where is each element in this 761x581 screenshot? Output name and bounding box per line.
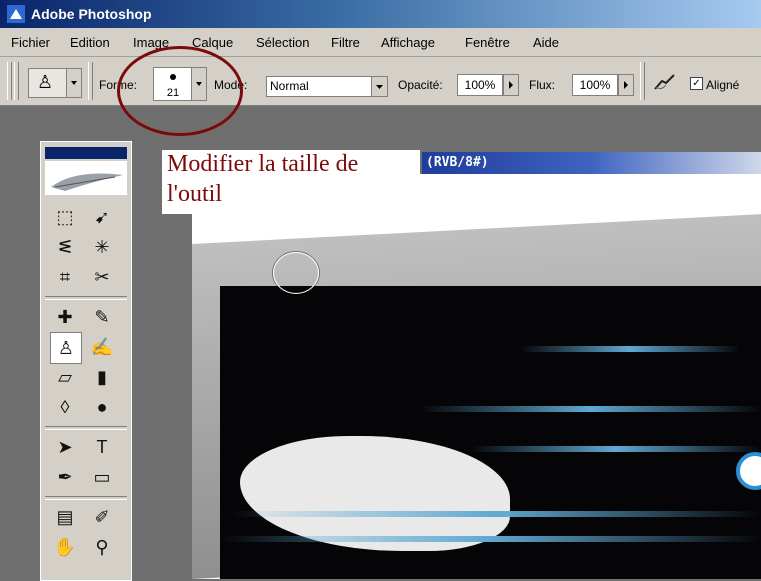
magic-wand-icon[interactable]: ✳ — [87, 232, 117, 262]
separator — [88, 62, 93, 100]
document-title: (RVB/8#) — [426, 155, 489, 170]
eyedropper-icon[interactable]: ✐ — [87, 502, 117, 532]
gradient-icon[interactable]: ▮ — [87, 362, 117, 392]
chevron-right-icon — [624, 81, 628, 89]
toolbox-header[interactable] — [45, 147, 127, 159]
options-bar: ♙ Forme: 21 Mode: Normal Opacité: 100% F… — [0, 57, 761, 106]
blur-icon[interactable]: ◊ — [50, 392, 80, 422]
toolbox-separator — [45, 496, 127, 500]
lasso-icon[interactable]: ᓬ — [50, 232, 80, 262]
path-selection-icon[interactable]: ➤ — [50, 432, 80, 462]
photo-blue-ring — [736, 452, 761, 490]
window-title: Adobe Photoshop — [31, 6, 152, 22]
menu-affichage[interactable]: Affichage — [381, 35, 435, 50]
annotation-line-1: Modifier la taille de — [167, 151, 359, 177]
document-canvas[interactable] — [192, 174, 761, 579]
tool-preset-picker[interactable]: ♙ — [28, 68, 82, 98]
mode-value: Normal — [270, 79, 309, 93]
crop-icon[interactable]: ⌗ — [50, 262, 80, 292]
title-bar: Adobe Photoshop — [0, 0, 761, 28]
document-title-bar[interactable]: (RVB/8#) — [422, 152, 761, 174]
menu-aide[interactable]: Aide — [533, 35, 559, 50]
annotation-line-2: l'outil — [167, 181, 222, 207]
menu-filtre[interactable]: Filtre — [331, 35, 360, 50]
brush-cursor — [273, 252, 319, 294]
toolbox-separator — [45, 426, 127, 430]
flux-slider-button[interactable] — [618, 74, 634, 96]
toolbox-palette: ⬚ ➹ ᓬ ✳ ⌗ ✂ ✚ ✎ ♙ ✍ ▱ ▮ ◊ ● ➤ T ✒ ▭ ▤ ✐ … — [40, 141, 132, 581]
marquee-icon[interactable]: ⬚ — [50, 202, 80, 232]
toolbox-separator — [45, 296, 127, 300]
photo-light-streak — [520, 346, 740, 352]
photo-light-streak — [220, 536, 761, 542]
aligne-label: Aligné — [706, 78, 740, 92]
history-brush-icon[interactable]: ✍ — [87, 332, 117, 362]
photo-white-area — [240, 436, 510, 551]
hand-icon[interactable]: ✋ — [50, 532, 80, 562]
menu-fichier[interactable]: Fichier — [11, 35, 50, 50]
eraser-icon[interactable]: ▱ — [50, 362, 80, 392]
airbrush-icon[interactable] — [652, 71, 680, 93]
menu-bar: Fichier Edition Image Calque Sélection F… — [0, 28, 761, 57]
pen-icon[interactable]: ✒ — [50, 462, 80, 492]
mode-select[interactable]: Normal — [266, 76, 388, 97]
toolbar-grip[interactable] — [7, 62, 12, 100]
dodge-icon[interactable]: ● — [87, 392, 117, 422]
type-icon[interactable]: T — [87, 432, 117, 462]
aligne-checkbox[interactable]: ✓ — [690, 77, 703, 90]
opacite-label: Opacité: — [398, 78, 443, 92]
move-icon[interactable]: ➹ — [87, 202, 117, 232]
brush-icon[interactable]: ✎ — [87, 302, 117, 332]
photo-monitor-screen — [220, 286, 761, 579]
clone-stamp-icon: ♙ — [37, 72, 54, 92]
toolbar-grip[interactable] — [14, 62, 19, 100]
annotation-box: Modifier la taille de l'outil — [162, 150, 420, 214]
chevron-down-icon[interactable] — [371, 77, 387, 96]
photo-light-streak — [420, 406, 761, 412]
notes-icon[interactable]: ▤ — [50, 502, 80, 532]
feather-logo[interactable] — [45, 161, 127, 195]
photoshop-app-icon[interactable] — [7, 5, 25, 23]
slice-icon[interactable]: ✂ — [87, 262, 117, 292]
chevron-right-icon — [509, 81, 513, 89]
menu-fenetre[interactable]: Fenêtre — [465, 35, 510, 50]
flux-label: Flux: — [529, 78, 556, 92]
photo-light-streak — [230, 511, 761, 517]
zoom-icon[interactable]: ⚲ — [87, 532, 117, 562]
flux-input[interactable]: 100% — [572, 74, 618, 96]
opacite-input[interactable]: 100% — [457, 74, 503, 96]
healing-brush-icon[interactable]: ✚ — [50, 302, 80, 332]
clone-stamp-icon[interactable]: ♙ — [50, 332, 82, 364]
menu-selection[interactable]: Sélection — [256, 35, 309, 50]
shape-icon[interactable]: ▭ — [87, 462, 117, 492]
chevron-down-icon[interactable] — [66, 69, 81, 97]
opacite-slider-button[interactable] — [503, 74, 519, 96]
photo-light-streak — [470, 446, 761, 452]
highlight-circle — [117, 46, 243, 136]
separator — [640, 62, 645, 100]
menu-edition[interactable]: Edition — [70, 35, 110, 50]
